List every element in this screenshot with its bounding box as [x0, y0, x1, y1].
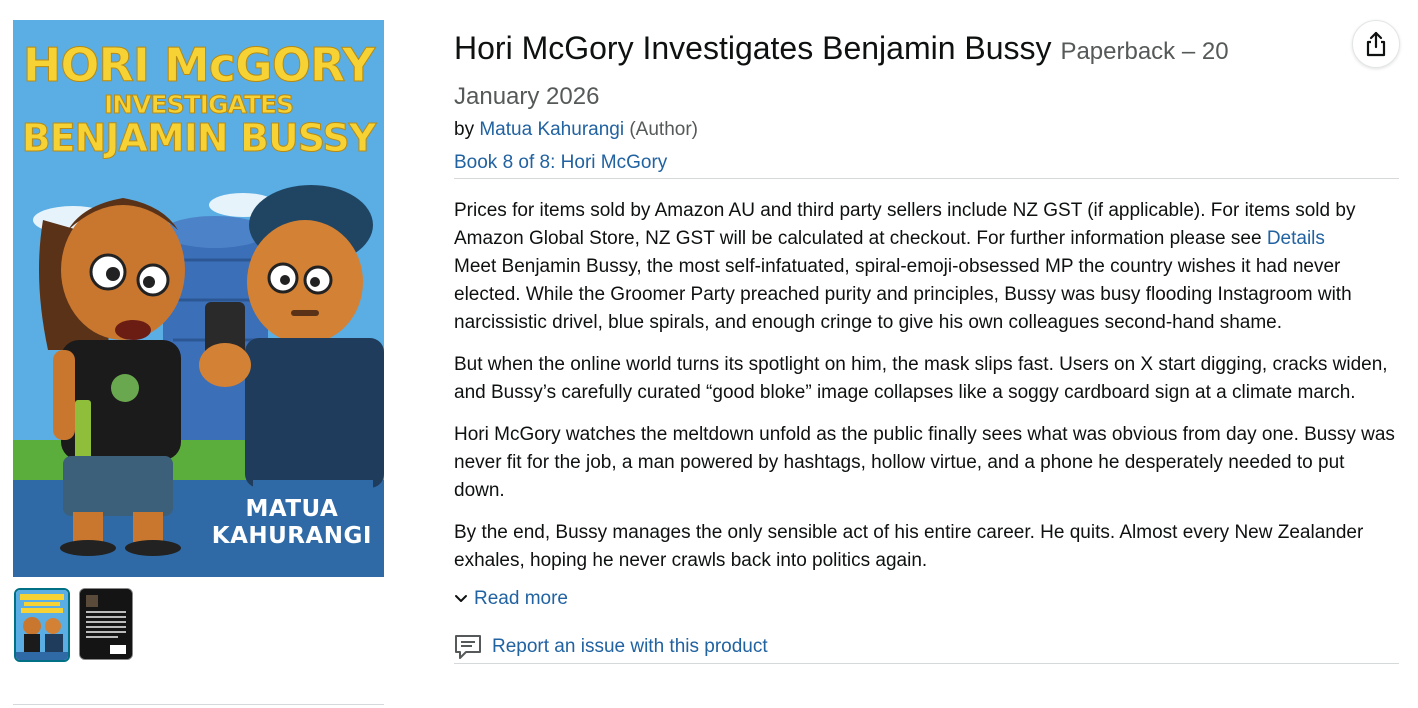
- author-role: (Author): [629, 119, 698, 140]
- report-issue-label: Report an issue with this product: [492, 636, 768, 657]
- image-gallery: HORI McGORY INVESTIGATES BENJAMIN BUSSY …: [13, 20, 384, 577]
- product-title: Hori McGory Investigates Benjamin Bussy: [454, 30, 1052, 66]
- description-paragraph-2: But when the online world turns its spot…: [454, 354, 1388, 403]
- thumbnail-back-image: [80, 589, 132, 659]
- series-link[interactable]: Book 8 of 8: Hori McGory: [454, 152, 667, 173]
- chevron-down-icon: [455, 595, 467, 602]
- cover-author: MATUA KAHURANGI: [212, 496, 372, 549]
- read-more-button[interactable]: Read more: [454, 585, 1399, 613]
- book-cover-image[interactable]: HORI McGORY INVESTIGATES BENJAMIN BUSSY …: [13, 20, 384, 577]
- author-link[interactable]: Matua Kahurangi: [479, 119, 624, 140]
- product-format: Paperback – 20: [1060, 38, 1229, 65]
- product-title-block: Hori McGory Investigates Benjamin Bussy …: [454, 26, 1334, 74]
- report-comment-icon: [455, 635, 481, 659]
- cover-title-line2: INVESTIGATES: [103, 90, 294, 119]
- details-link[interactable]: Details: [1267, 228, 1325, 249]
- product-details: Hori McGory Investigates Benjamin Bussy …: [454, 26, 1399, 664]
- cover-author-line1: MATUA: [245, 496, 339, 523]
- description-paragraph-4: By the end, Bussy manages the only sensi…: [454, 522, 1364, 571]
- book-description: Prices for items sold by Amazon AU and t…: [454, 197, 1399, 575]
- cover-author-line2: KAHURANGI: [211, 522, 372, 549]
- gst-notice-text: Prices for items sold by Amazon AU and t…: [454, 200, 1356, 249]
- report-issue-link[interactable]: Report an issue with this product: [454, 633, 1399, 664]
- series-info: Book 8 of 8: Hori McGory: [454, 149, 1399, 179]
- thumbnail-back-cover[interactable]: [79, 588, 133, 660]
- thumbnail-front-image: [16, 590, 68, 660]
- publication-date: January 2026: [454, 83, 600, 110]
- cover-title-line3: BENJAMIN BUSSY: [21, 116, 377, 160]
- thumbnail-front-cover[interactable]: [14, 588, 70, 662]
- read-more-label: Read more: [474, 588, 568, 609]
- byline-prefix: by: [454, 119, 475, 140]
- description-paragraph-1: Meet Benjamin Bussy, the most self-infat…: [454, 256, 1352, 333]
- description-paragraph-3: Hori McGory watches the meltdown unfold …: [454, 424, 1395, 501]
- gst-notice: Prices for items sold by Amazon AU and t…: [454, 197, 1399, 253]
- cover-title-line1: HORI McGORY: [22, 38, 375, 92]
- gallery-divider: [13, 704, 384, 705]
- cover-title: HORI McGORY INVESTIGATES BENJAMIN BUSSY: [13, 38, 384, 160]
- byline: by Matua Kahurangi (Author): [454, 116, 1399, 144]
